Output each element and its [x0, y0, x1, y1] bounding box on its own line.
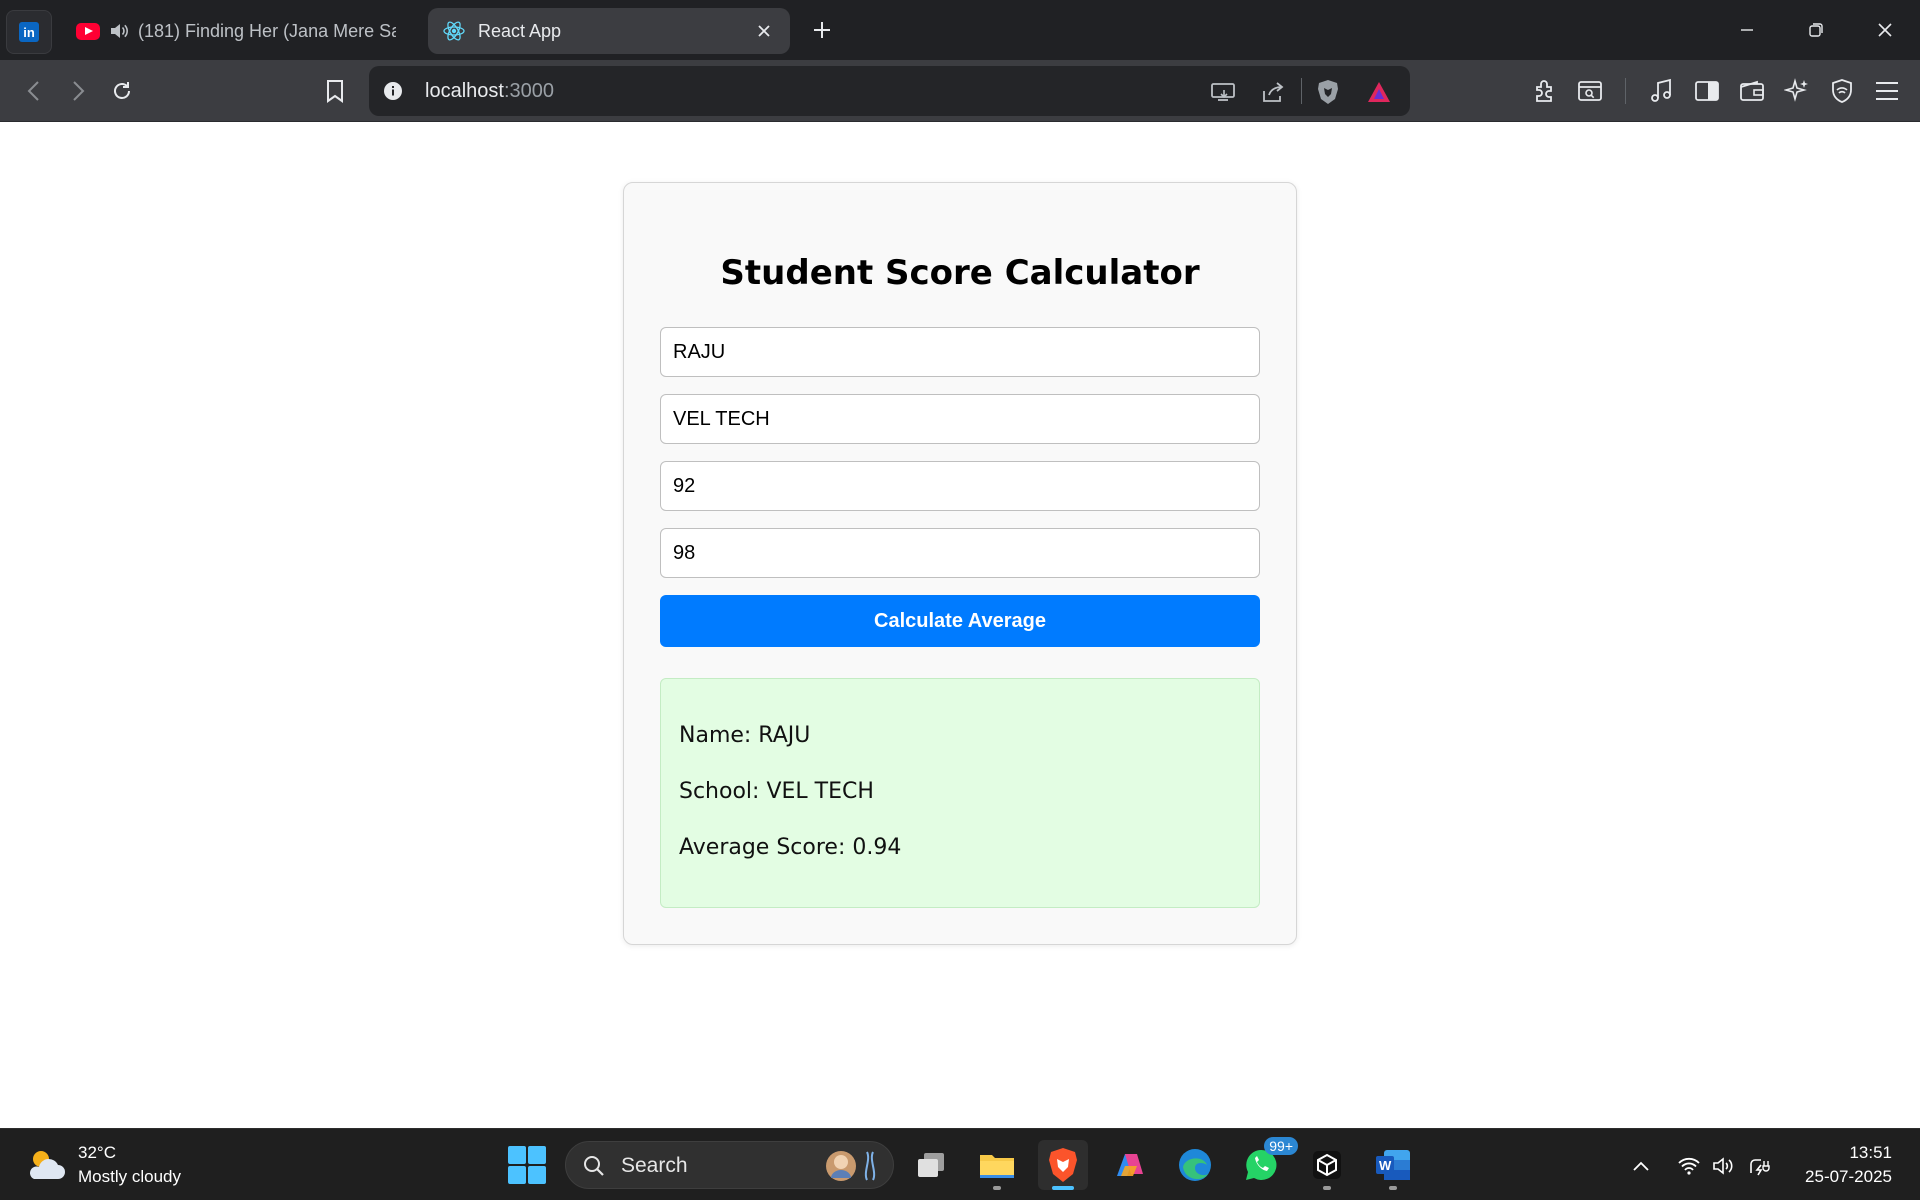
- copilot-icon[interactable]: [1104, 1140, 1154, 1190]
- new-tab-button[interactable]: [808, 16, 836, 44]
- brave-browser-icon[interactable]: [1038, 1140, 1088, 1190]
- word-icon[interactable]: W: [1368, 1140, 1418, 1190]
- search-highlight-icon: [826, 1151, 876, 1181]
- pinned-tab-linkedin[interactable]: in: [6, 10, 52, 54]
- result-panel: Name: RAJU School: VEL TECH Average Scor…: [660, 678, 1260, 908]
- taskbar: 32°C Mostly cloudy Search 99+ W 13:51 25…: [0, 1128, 1920, 1200]
- youtube-icon: [76, 22, 100, 40]
- vpn-icon[interactable]: [1825, 74, 1859, 108]
- reload-button[interactable]: [105, 74, 139, 108]
- window-close-button[interactable]: [1865, 12, 1905, 48]
- cast-icon[interactable]: [1209, 78, 1237, 106]
- app-box-icon[interactable]: [1302, 1140, 1352, 1190]
- calculate-average-button[interactable]: Calculate Average: [660, 595, 1260, 647]
- linkedin-icon: in: [19, 22, 39, 42]
- score2-input[interactable]: [660, 528, 1260, 578]
- separator: [1301, 78, 1302, 104]
- leo-search-icon[interactable]: [1573, 74, 1607, 108]
- weather-condition: Mostly cloudy: [78, 1167, 181, 1186]
- volume-icon[interactable]: [1711, 1153, 1737, 1179]
- name-input[interactable]: [660, 327, 1260, 377]
- site-info-icon[interactable]: [383, 81, 403, 101]
- page-title: Student Score Calculator: [720, 253, 1200, 293]
- extensions-icon[interactable]: [1528, 74, 1562, 108]
- search-label: Search: [621, 1154, 688, 1177]
- clock-time: 13:51: [1849, 1143, 1892, 1162]
- tab-youtube[interactable]: (181) Finding Her (Jana Mere Saw: [62, 8, 410, 54]
- brave-shields-icon[interactable]: [1314, 78, 1342, 106]
- battery-charging-icon[interactable]: [1746, 1153, 1772, 1179]
- restore-button[interactable]: [1796, 12, 1836, 48]
- whatsapp-icon[interactable]: 99+: [1236, 1137, 1298, 1190]
- task-view-icon[interactable]: [906, 1140, 956, 1190]
- school-input[interactable]: [660, 394, 1260, 444]
- search-icon: [584, 1156, 604, 1176]
- score1-input[interactable]: [660, 461, 1260, 511]
- weather-temp: 32°C: [78, 1143, 116, 1162]
- bookmark-icon[interactable]: [318, 74, 352, 108]
- notification-badge: 99+: [1264, 1137, 1298, 1155]
- clock-date: 25-07-2025: [1805, 1167, 1892, 1186]
- back-button[interactable]: [17, 74, 51, 108]
- tab-label: React App: [478, 20, 562, 41]
- browser-tab-strip: in (181) Finding Her (Jana Mere Saw Reac…: [0, 0, 1920, 60]
- brave-rewards-icon[interactable]: [1365, 78, 1393, 106]
- result-average: Average Score: 0.94: [679, 835, 902, 860]
- wallet-icon[interactable]: [1735, 74, 1769, 108]
- media-icon[interactable]: [1645, 74, 1679, 108]
- taskbar-search[interactable]: Search: [565, 1141, 894, 1189]
- result-name: Name: RAJU: [679, 723, 811, 748]
- separator: [1625, 78, 1626, 104]
- weather-widget[interactable]: 32°C Mostly cloudy: [24, 1141, 181, 1189]
- tab-label: (181) Finding Her (Jana Mere Saw: [138, 20, 396, 41]
- edge-icon[interactable]: [1170, 1140, 1220, 1190]
- close-icon[interactable]: [752, 19, 776, 43]
- file-explorer-icon[interactable]: [972, 1140, 1022, 1190]
- menu-icon[interactable]: [1870, 74, 1904, 108]
- leo-ai-icon[interactable]: [1780, 74, 1814, 108]
- forward-button[interactable]: [61, 74, 95, 108]
- start-button[interactable]: [508, 1146, 546, 1184]
- url-text[interactable]: localhost:3000: [425, 80, 554, 103]
- address-bar[interactable]: localhost:3000: [369, 66, 1410, 116]
- react-icon: [443, 21, 465, 41]
- wifi-icon[interactable]: [1676, 1153, 1702, 1179]
- svg-text:W: W: [1379, 1158, 1392, 1173]
- minimize-button[interactable]: [1727, 12, 1767, 48]
- system-clock[interactable]: 13:51 25-07-2025: [1805, 1141, 1892, 1189]
- calculator-card: Student Score Calculator Calculate Avera…: [623, 182, 1297, 945]
- chevron-up-icon[interactable]: [1628, 1153, 1654, 1179]
- browser-toolbar: localhost:3000: [0, 60, 1920, 122]
- share-icon[interactable]: [1259, 78, 1287, 106]
- sidebar-icon[interactable]: [1690, 74, 1724, 108]
- cloud-sun-icon: [30, 1151, 65, 1179]
- speaker-icon[interactable]: [110, 23, 128, 39]
- result-school: School: VEL TECH: [679, 779, 874, 804]
- tab-react-app[interactable]: React App: [428, 8, 790, 54]
